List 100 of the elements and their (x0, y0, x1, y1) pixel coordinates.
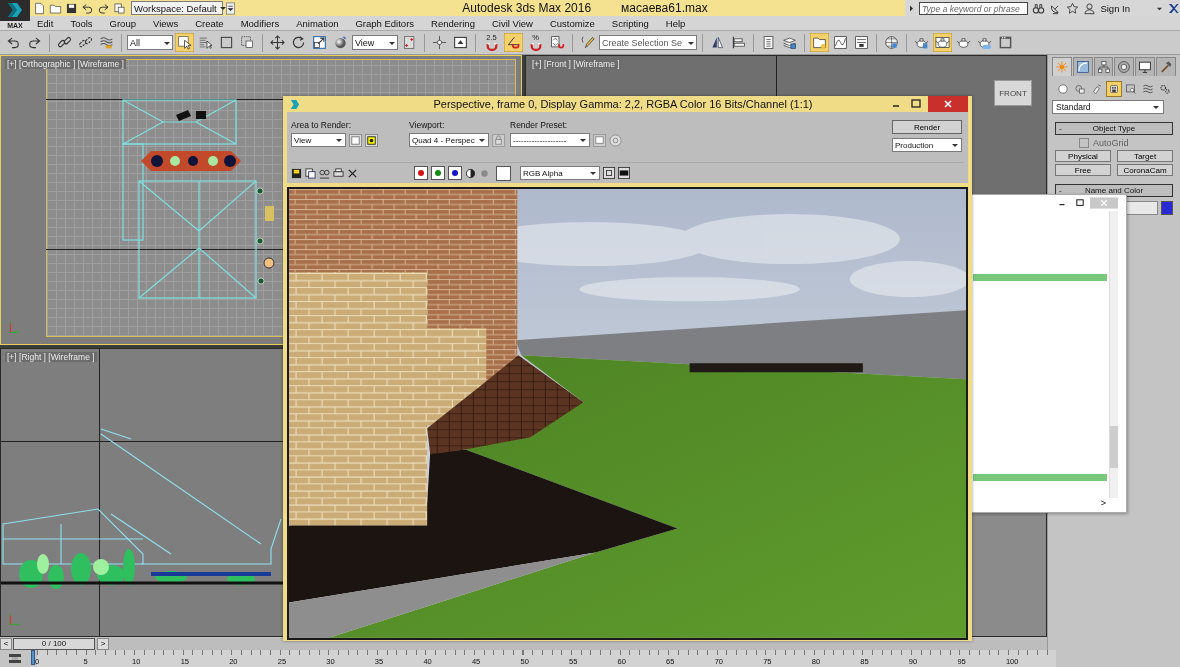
binoculars-icon[interactable] (1032, 1, 1046, 15)
flashlight-icon[interactable] (1090, 82, 1104, 96)
project-folder-icon[interactable] (113, 1, 126, 15)
clear-x-icon[interactable] (347, 167, 358, 179)
rollout-header[interactable]: - Object Type (1055, 122, 1173, 135)
view-cube[interactable]: FRONT (994, 80, 1032, 106)
menu-item[interactable]: Civil View (491, 17, 533, 29)
close-icon[interactable] (928, 96, 968, 112)
hierarchy-icon[interactable] (1093, 57, 1114, 76)
exchange-x-icon[interactable] (1167, 1, 1180, 15)
viewport-label[interactable]: [+] [Orthographic ] [Wireframe ] (5, 59, 126, 69)
magnet-icon (485, 42, 498, 51)
render-setup-icon[interactable] (593, 133, 606, 147)
menu-item[interactable]: Animation (296, 17, 339, 29)
gears-icon[interactable] (1158, 82, 1172, 96)
frame-counter[interactable]: 0 / 100 (13, 637, 95, 650)
camera-icon[interactable] (1107, 82, 1121, 96)
render-mode-dropdown[interactable]: Production (892, 138, 962, 152)
object-color-swatch[interactable] (1161, 201, 1173, 215)
angle-magnet-icon[interactable] (504, 33, 523, 52)
menu-item[interactable]: Help (665, 17, 686, 29)
sign-in-link[interactable]: Sign In (1100, 2, 1130, 14)
object-type-button[interactable]: CoronaCam (1117, 164, 1173, 176)
caret-icon (335, 136, 343, 144)
schematic-icon[interactable] (852, 33, 871, 52)
folder-icon[interactable] (810, 33, 829, 52)
viewport-label: Viewport: (409, 120, 446, 130)
menu-item[interactable]: Group (109, 17, 136, 29)
caret-icon (589, 169, 597, 177)
channel-toggle-button[interactable] (414, 166, 428, 180)
next-frame-button[interactable]: > (97, 637, 109, 650)
menu-item[interactable]: Customize (549, 17, 595, 29)
node-icon[interactable] (430, 33, 449, 52)
redo-arrow-icon[interactable] (97, 1, 110, 15)
viewport-dropdown[interactable]: Quad 4 - Perspec (409, 133, 489, 147)
object-type-button[interactable]: Physical (1055, 150, 1111, 162)
display-channel-dropdown[interactable]: RGB Alpha (520, 166, 600, 180)
workspace-dropdown[interactable]: Workspace: Default (131, 1, 223, 15)
render-button[interactable]: Render (892, 120, 962, 134)
menu-item[interactable]: Edit (37, 17, 54, 29)
sphere-icon[interactable] (1056, 82, 1070, 96)
curve-icon[interactable] (1072, 57, 1093, 76)
graph-icon[interactable] (831, 33, 850, 52)
clone-window-icon[interactable] (305, 167, 316, 179)
toolbar-dropdown[interactable]: View (352, 35, 398, 50)
wave-icon[interactable] (1141, 82, 1155, 96)
area-to-render-dropdown[interactable]: View (291, 133, 346, 147)
scale-square-icon[interactable] (310, 33, 329, 52)
app-logo-icon (289, 98, 300, 110)
teapot-frame-icon[interactable] (933, 33, 952, 52)
undo-arrow-icon[interactable] (81, 1, 94, 15)
user-icon[interactable] (1083, 1, 1097, 15)
curve-editor-toggle-icon[interactable] (8, 652, 22, 665)
vertical-scrollbar[interactable] (1109, 211, 1118, 498)
expand-arrow-icon[interactable] (908, 3, 915, 13)
menu-item[interactable]: Scripting (611, 17, 649, 29)
sphere-grid-icon[interactable] (882, 33, 901, 52)
area-to-render-label: Area to Render: (291, 120, 352, 130)
printer-icon[interactable] (333, 167, 344, 179)
hammer-icon[interactable] (1156, 57, 1176, 76)
save-image-icon[interactable] (291, 167, 302, 179)
display-icon[interactable] (618, 167, 630, 179)
menu-item[interactable]: Create (195, 17, 224, 29)
menu-item[interactable]: Tools (70, 17, 93, 29)
monitor-icon[interactable] (1135, 57, 1156, 76)
four-arrows-icon[interactable] (268, 33, 287, 52)
search-field[interactable]: Type a keyword or phrase (919, 1, 1029, 15)
shapes-icon[interactable] (1073, 82, 1087, 96)
rollout-title: Object Type (1091, 124, 1137, 133)
scroll-right-arrow[interactable]: > (1100, 498, 1106, 512)
menu-item[interactable]: Graph Editors (355, 17, 415, 29)
object-type-button[interactable]: Target (1117, 150, 1173, 162)
menu-item[interactable]: Modifiers (240, 17, 280, 29)
autogrid-label: AutoGrid (1093, 138, 1129, 148)
menu-item[interactable]: Views (152, 17, 179, 29)
render-preset-dropdown[interactable]: -------------------- (510, 133, 590, 147)
color-swatch[interactable] (496, 165, 511, 181)
auto-region-icon[interactable] (365, 133, 378, 147)
file-name: масаева61.max (621, 1, 708, 15)
viewport-label[interactable]: [+] [Front ] [Wireframe ] (530, 59, 622, 69)
menu-item[interactable]: Rendering (431, 17, 475, 29)
customize-dropdown-icon[interactable] (226, 1, 235, 15)
magnifier-box-icon[interactable] (1124, 82, 1138, 96)
frame-icon[interactable] (603, 167, 615, 179)
channel-toggle-button[interactable] (431, 166, 445, 180)
previous-frame-button[interactable]: < (0, 637, 12, 650)
object-type-button[interactable]: Free (1055, 164, 1111, 176)
cursor-icon[interactable] (175, 33, 194, 52)
copy-image-icon[interactable] (319, 167, 330, 179)
time-marker[interactable] (31, 650, 35, 665)
save-icon[interactable] (65, 1, 78, 15)
new-file-icon[interactable] (33, 1, 46, 15)
viewport-label[interactable]: [+] [Right ] [Wireframe ] (5, 352, 97, 362)
star-icon[interactable] (1066, 1, 1080, 15)
channel-toggle-button[interactable] (448, 166, 462, 180)
category-dropdown[interactable]: Standard (1052, 100, 1164, 114)
toolbar-dropdown[interactable]: All (127, 35, 173, 50)
alpha-dot-icon[interactable] (479, 167, 490, 179)
monochrome-icon[interactable] (465, 167, 476, 179)
toolbar-dropdown[interactable]: Create Selection Se (599, 35, 697, 50)
